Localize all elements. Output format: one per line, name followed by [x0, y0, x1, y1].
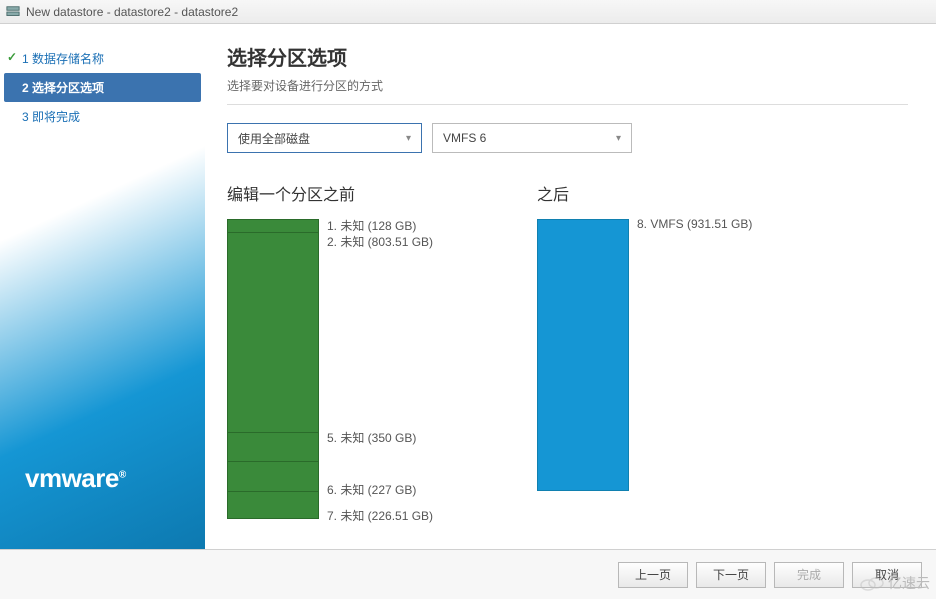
window-title: New datastore - datastore2 - datastore2: [26, 5, 238, 19]
partition-bar-before: [227, 219, 319, 519]
partition-label-8: 8. VMFS (931.51 GB): [637, 217, 752, 231]
step-label: 1 数据存储名称: [22, 52, 104, 66]
wizard-sidebar: 1 数据存储名称 2 选择分区选项 3 即将完成 vmware®: [0, 24, 205, 549]
wizard-footer: 上一页 下一页 完成 取消: [0, 549, 936, 599]
disk-usage-value: 使用全部磁盘: [238, 130, 310, 147]
cancel-button[interactable]: 取消: [852, 562, 922, 588]
chart-after-title: 之后: [537, 181, 807, 205]
step-2-partition-options[interactable]: 2 选择分区选项: [4, 73, 201, 102]
disk-usage-select[interactable]: 使用全部磁盘 ▾: [227, 123, 422, 153]
chart-before: 编辑一个分区之前 1. 未知 (128 GB) 2. 未知 (803.51 GB…: [227, 181, 497, 519]
partition-seg-7[interactable]: [228, 491, 318, 518]
chevron-down-icon: ▾: [406, 133, 411, 144]
divider: [227, 104, 908, 105]
page-subtitle: 选择要对设备进行分区的方式: [227, 77, 908, 94]
content-area: 选择分区选项 选择要对设备进行分区的方式 使用全部磁盘 ▾ VMFS 6 ▾ 编…: [205, 24, 936, 549]
datastore-icon: [6, 5, 20, 19]
step-label: 2 选择分区选项: [22, 81, 104, 95]
chart-before-title: 编辑一个分区之前: [227, 181, 497, 205]
partition-seg-1[interactable]: [228, 220, 318, 232]
chevron-down-icon: ▾: [616, 133, 621, 144]
window-titlebar: New datastore - datastore2 - datastore2: [0, 0, 936, 24]
partition-label-1: 1. 未知 (128 GB): [327, 217, 416, 234]
vmware-logo: vmware®: [25, 463, 126, 494]
page-title: 选择分区选项: [227, 42, 908, 71]
partition-seg-5[interactable]: [228, 432, 318, 462]
step-3-ready-complete[interactable]: 3 即将完成: [0, 102, 205, 131]
partition-label-6: 6. 未知 (227 GB): [327, 481, 416, 498]
partition-label-2: 2. 未知 (803.51 GB): [327, 233, 433, 250]
partition-label-5: 5. 未知 (350 GB): [327, 429, 416, 446]
prev-button[interactable]: 上一页: [618, 562, 688, 588]
partition-seg-2[interactable]: [228, 232, 318, 432]
finish-button: 完成: [774, 562, 844, 588]
partition-seg-6[interactable]: [228, 461, 318, 491]
next-button[interactable]: 下一页: [696, 562, 766, 588]
chart-after: 之后 8. VMFS (931.51 GB): [537, 181, 807, 519]
filesystem-value: VMFS 6: [443, 131, 486, 145]
filesystem-select[interactable]: VMFS 6 ▾: [432, 123, 632, 153]
step-label: 3 即将完成: [22, 110, 80, 124]
partition-label-7: 7. 未知 (226.51 GB): [327, 507, 433, 524]
partition-seg-8[interactable]: [538, 220, 628, 490]
step-1-datastore-name[interactable]: 1 数据存储名称: [0, 44, 205, 73]
partition-bar-after: [537, 219, 629, 491]
